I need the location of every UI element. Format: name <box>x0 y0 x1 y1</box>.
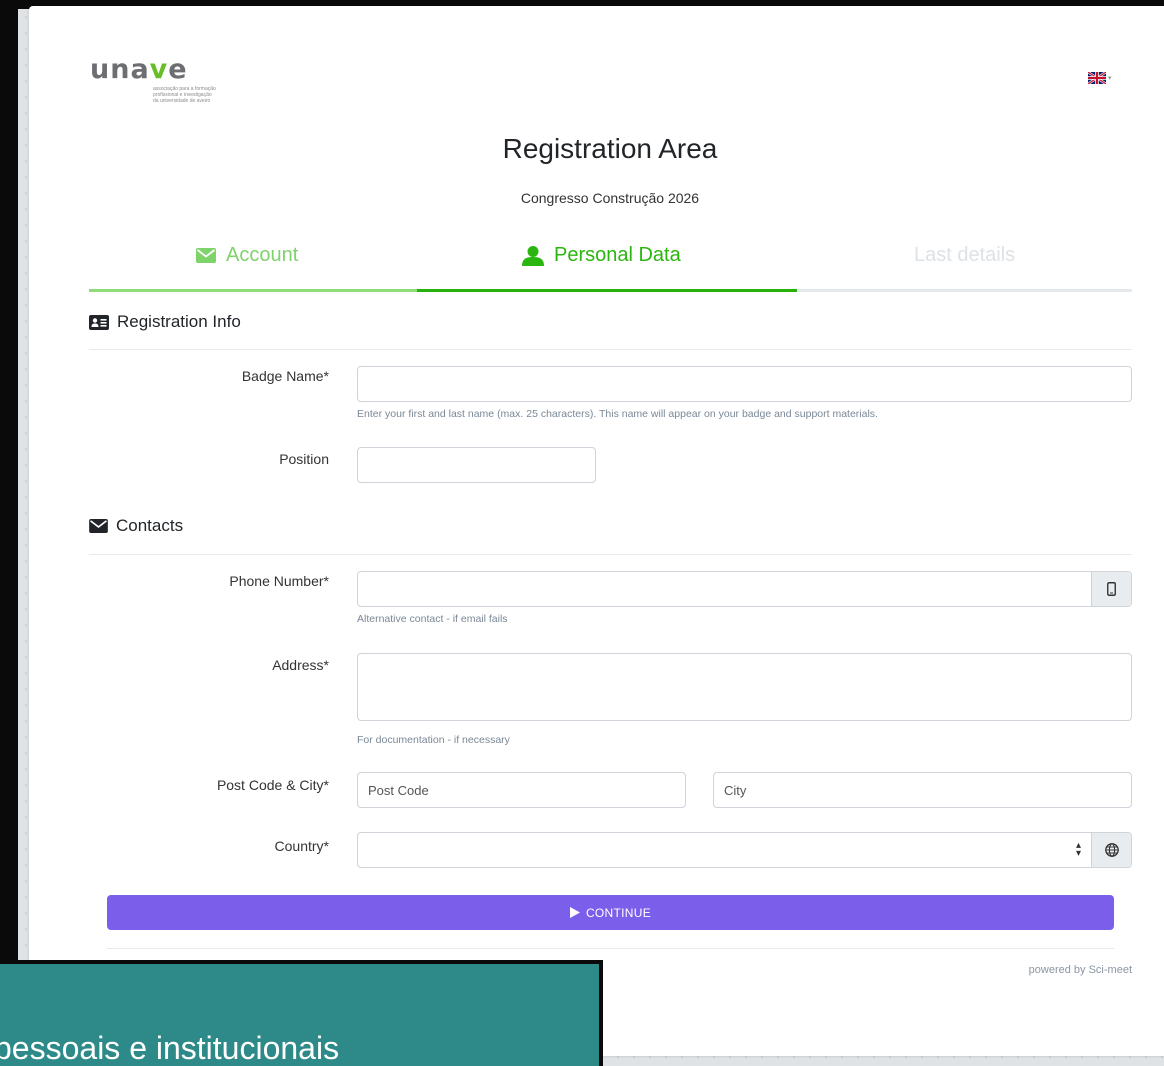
country-addon <box>1091 833 1131 867</box>
badge-name-label: Badge Name* <box>241 368 329 384</box>
continue-button-label: CONTINUE <box>585 905 652 920</box>
address-textarea[interactable] <box>357 653 1132 721</box>
position-label: Position <box>279 451 329 467</box>
step-personal-data[interactable]: Personal Data <box>522 244 681 267</box>
logo-tagline: associação para a formação profissional … <box>153 86 216 104</box>
envelope-icon <box>196 248 216 263</box>
phone-number-input[interactable] <box>357 571 1132 607</box>
divider <box>89 554 1132 555</box>
chevron-down-icon: ▾ <box>1108 75 1112 82</box>
city-input[interactable]: City <box>713 772 1132 808</box>
section-registration-info: Registration Info <box>89 312 241 332</box>
mobile-phone-icon <box>1107 582 1116 596</box>
section-contacts-title: Contacts <box>116 516 184 535</box>
phone-addon <box>1091 572 1131 606</box>
progress-segment-account <box>89 289 417 292</box>
powered-by-link[interactable]: powered by Sci-meet <box>950 964 1132 976</box>
logo-wordmark: unave <box>90 54 188 85</box>
step-account[interactable]: Account <box>196 244 298 267</box>
step-account-label: Account <box>226 244 299 266</box>
uk-flag-icon <box>1088 72 1106 84</box>
language-selector[interactable]: ▾ <box>1088 72 1112 84</box>
caption-text: pessoais e institucionais <box>0 1030 340 1066</box>
step-last-details-label: Last details <box>914 244 1016 266</box>
country-select[interactable]: ▴ ▾ <box>357 832 1132 868</box>
section-contacts: Contacts <box>89 516 183 536</box>
post-code-city-label: Post Code & City* <box>216 777 329 793</box>
step-last-details[interactable]: Last details <box>914 244 1015 267</box>
position-input[interactable] <box>357 447 596 483</box>
envelope-icon <box>89 519 108 533</box>
address-help: For documentation - if necessary <box>357 734 510 746</box>
divider <box>89 349 1132 350</box>
id-card-icon <box>89 314 109 330</box>
event-subtitle: Congresso Construção 2026 <box>520 190 700 206</box>
phone-number-help: Alternative contact - if email fails <box>357 613 508 625</box>
country-label: Country* <box>274 838 329 854</box>
user-icon <box>522 245 544 266</box>
continue-button[interactable]: CONTINUE <box>107 895 1114 930</box>
progress-segment-personal <box>417 289 797 292</box>
select-arrows-icon: ▴ ▾ <box>1075 840 1081 859</box>
badge-name-input[interactable] <box>357 366 1132 402</box>
section-registration-title: Registration Info <box>117 312 241 331</box>
phone-number-label: Phone Number* <box>229 573 329 589</box>
post-code-input[interactable]: Post Code <box>357 772 686 808</box>
play-icon <box>569 907 580 918</box>
divider <box>107 948 1114 949</box>
step-personal-data-label: Personal Data <box>554 244 681 266</box>
globe-icon <box>1104 843 1119 857</box>
address-label: Address* <box>272 657 329 673</box>
badge-name-help: Enter your first and last name (max. 25 … <box>357 408 878 420</box>
caption-overlay: pessoais e institucionais <box>0 960 603 1066</box>
unave-logo[interactable]: unave associação para a formação profiss… <box>90 55 240 117</box>
page-title: Registration Area <box>502 133 718 164</box>
